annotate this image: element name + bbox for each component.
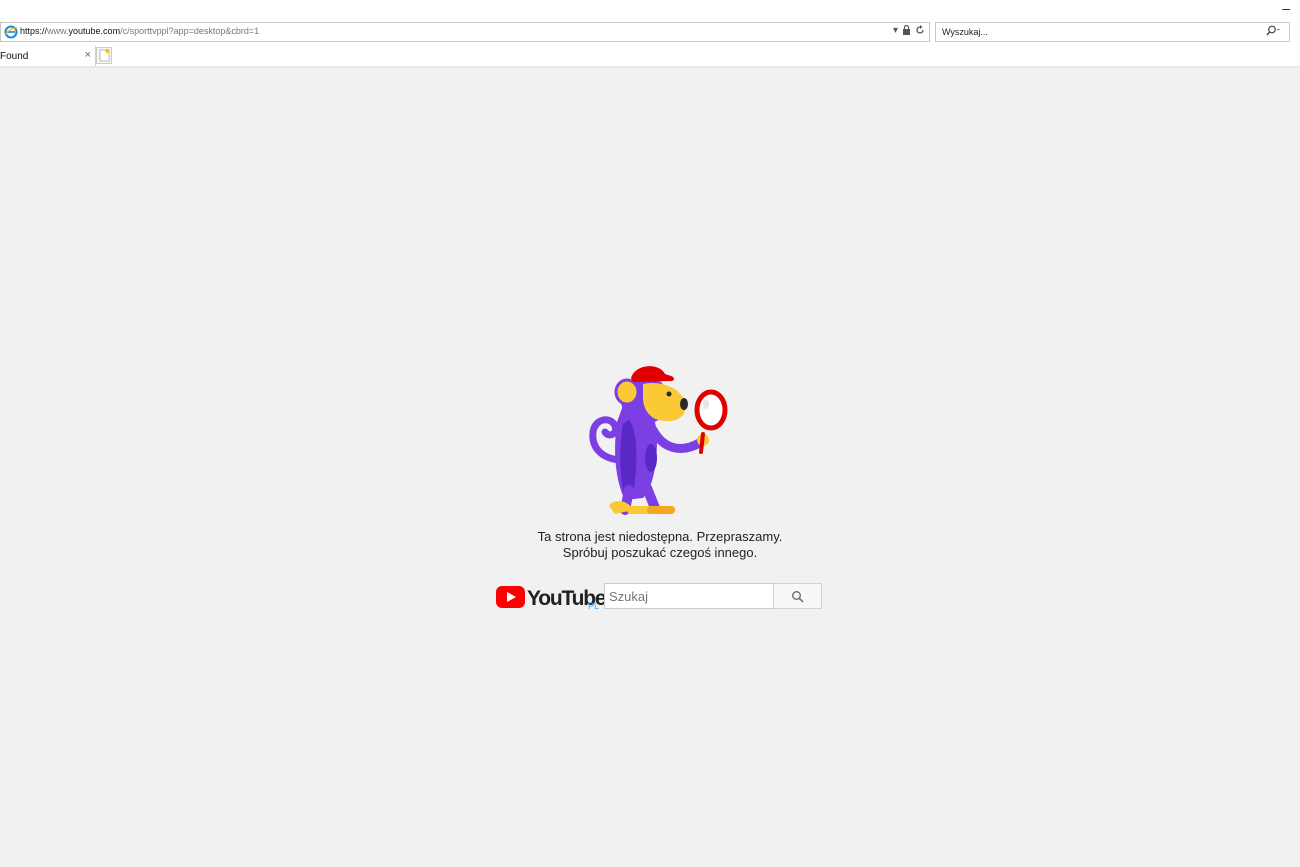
address-bar[interactable]: https://www.youtube.com/c/sporttvppl?app…: [0, 22, 930, 42]
minimize-button[interactable]: –: [1282, 0, 1290, 16]
youtube-search-button[interactable]: [773, 583, 822, 609]
tab-close-button[interactable]: ×: [85, 49, 91, 61]
browser-search-field[interactable]: Wyszukaj...: [935, 22, 1290, 42]
new-tab-button[interactable]: [96, 47, 112, 64]
ie-icon: [4, 25, 18, 39]
error-message: Ta strona jest niedostępna. Przepraszamy…: [460, 529, 860, 561]
error-message-line1: Ta strona jest niedostępna. Przepraszamy…: [537, 529, 783, 544]
dropdown-arrow-icon[interactable]: ▾: [893, 25, 898, 38]
browser-chrome: – https://www.youtube.com/c/sporttvppl?a…: [0, 0, 1300, 68]
monkey-illustration: [589, 366, 728, 515]
search-icon[interactable]: [1265, 25, 1283, 40]
new-tab-icon: [99, 49, 110, 62]
youtube-logo-region: PL: [588, 601, 599, 611]
error-message-line2: Spróbuj poszukać czegoś innego.: [562, 545, 758, 560]
tab-title: Found: [0, 51, 29, 62]
youtube-search-input[interactable]: [604, 583, 774, 609]
search-icon: [792, 591, 804, 603]
page-content: Ta strona jest niedostępna. Przepraszamy…: [0, 68, 1300, 867]
browser-tab[interactable]: Found ×: [0, 46, 96, 66]
lock-icon[interactable]: [902, 24, 911, 38]
youtube-logo[interactable]: YouTube PL: [496, 583, 604, 611]
refresh-icon[interactable]: [915, 25, 925, 38]
browser-search-placeholder: Wyszukaj...: [942, 27, 988, 37]
url-text: https://www.youtube.com/c/sporttvppl?app…: [20, 26, 260, 36]
